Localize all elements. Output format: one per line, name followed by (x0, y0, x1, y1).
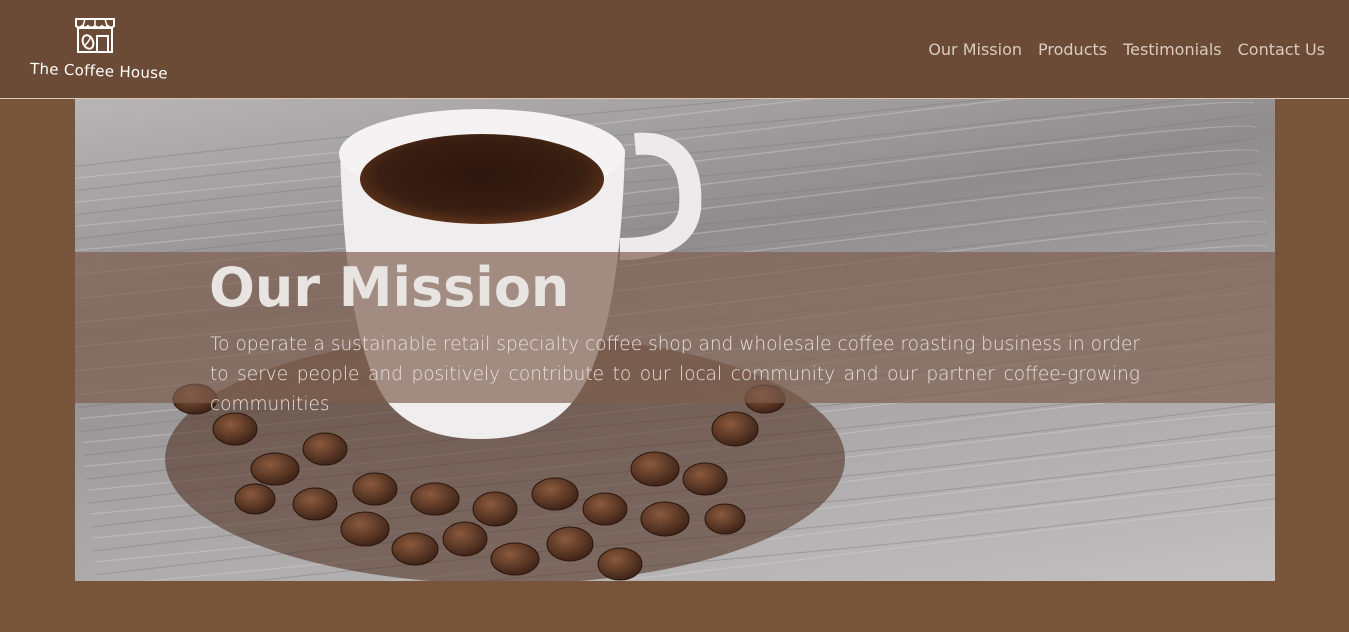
main-nav: Our Mission Products Testimonials Contac… (928, 40, 1325, 59)
coffee-shop-icon (75, 18, 115, 53)
nav-link-contact-us[interactable]: Contact Us (1238, 40, 1325, 59)
nav-link-testimonials[interactable]: Testimonials (1123, 40, 1222, 59)
nav-link-our-mission[interactable]: Our Mission (928, 40, 1022, 59)
brand-name: The Coffee House (29, 59, 169, 83)
site-header: The Coffee House Our Mission Products Te… (0, 0, 1349, 99)
nav-link-products[interactable]: Products (1038, 40, 1107, 59)
mission-title: Our Mission (209, 256, 570, 319)
brand-logo[interactable]: The Coffee House (28, 16, 168, 86)
mission-statement: To operate a sustainable retail specialt… (210, 334, 1140, 415)
mission-hero: Our Mission To operate a sustainable ret… (75, 99, 1275, 581)
